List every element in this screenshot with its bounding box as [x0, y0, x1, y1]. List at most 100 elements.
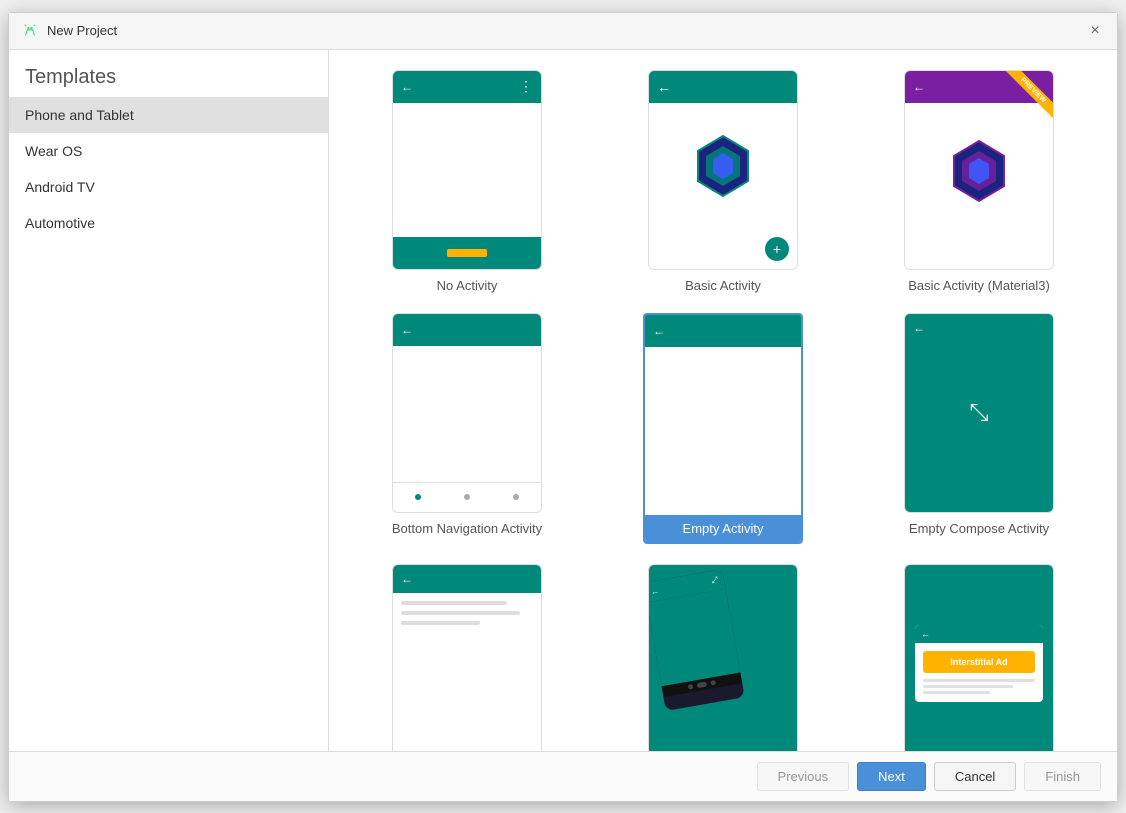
template-preview-basic-material3: ←	[904, 70, 1054, 270]
template-empty-compose[interactable]: ← ⤡ Empty Compose Activity	[861, 313, 1097, 544]
dialog-footer: Previous Next Cancel Finish	[9, 751, 1117, 801]
back-icon: ←	[650, 585, 659, 595]
bottom-nav-toolbar: ←	[393, 314, 541, 346]
next-button[interactable]: Next	[857, 762, 926, 791]
nav-dot-2	[464, 494, 470, 500]
phone-dot-1	[688, 683, 694, 689]
compose-body: ⤡	[942, 363, 1016, 462]
android-hex-icon	[693, 131, 753, 201]
fullscreen-mockup: ← ⤢	[649, 565, 797, 751]
cancel-button[interactable]: Cancel	[934, 762, 1016, 791]
phone-bottom	[393, 237, 541, 269]
compose-material-toolbar: ←	[393, 565, 541, 593]
admob-line-3	[923, 691, 990, 694]
fab-button: +	[765, 237, 789, 261]
preview-banner-text: PREVIEW	[1001, 71, 1053, 123]
line3	[401, 621, 480, 625]
back-arrow-icon: ←	[401, 572, 413, 586]
template-preview-empty-activity: ←	[645, 315, 801, 515]
template-preview-fullscreen: ← ⤢	[648, 564, 798, 751]
android-hex-icon-m3	[949, 136, 1009, 206]
bottom-nav-bar	[393, 482, 541, 512]
template-google-admob[interactable]: ← Interstitial Ad Google	[861, 564, 1097, 751]
finish-button[interactable]: Finish	[1024, 762, 1101, 791]
admob-line-2	[923, 685, 1013, 688]
template-preview-empty-compose: ← ⤡	[904, 313, 1054, 513]
template-preview-empty-compose-material: ←	[392, 564, 542, 751]
template-label-empty-compose: Empty Compose Activity	[905, 521, 1053, 536]
back-arrow-icon: ←	[401, 80, 413, 94]
sidebar-item-automotive[interactable]: Automotive	[9, 205, 328, 241]
title-bar-left: New Project	[21, 22, 117, 40]
back-arrow-icon: ←	[913, 80, 925, 94]
sidebar-item-phone-tablet[interactable]: Phone and Tablet	[9, 97, 328, 133]
empty-mockup: ←	[645, 315, 801, 515]
back-arrow-icon: ←	[401, 323, 413, 337]
bottom-bar	[447, 249, 487, 257]
bottom-nav-body	[393, 346, 541, 482]
line2	[401, 611, 520, 615]
expand-icon: ⤢	[711, 575, 719, 586]
compose-mockup: ← ⤡	[905, 314, 1053, 512]
admob-content: Interstitial Ad	[915, 643, 1043, 702]
preview-banner: PREVIEW	[983, 71, 1053, 141]
basic-toolbar: ←	[649, 71, 797, 103]
compose-toolbar: ←	[905, 314, 1053, 342]
empty-body	[645, 347, 801, 515]
back-arrow-icon: ←	[657, 79, 671, 95]
template-label-no-activity: No Activity	[433, 278, 502, 293]
dialog-body: Templates Phone and Tablet Wear OS Andro…	[9, 50, 1117, 751]
admob-toolbar: ←	[915, 625, 1043, 643]
sidebar-item-wear-os[interactable]: Wear OS	[9, 133, 328, 169]
new-project-dialog: New Project × Templates Phone and Tablet…	[8, 12, 1118, 802]
interstitial-ad-banner: Interstitial Ad	[923, 651, 1035, 673]
templates-grid: ← ⋮ No Activity	[329, 50, 1117, 751]
template-preview-basic-activity: ←	[648, 70, 798, 270]
template-fullscreen[interactable]: ← ⤢ Full	[605, 564, 841, 751]
sidebar-item-android-tv[interactable]: Android TV	[9, 169, 328, 205]
fullscreen-phone-body	[649, 588, 740, 686]
template-bottom-nav[interactable]: ← Bottom Navigation Activity	[349, 313, 585, 544]
phone-mockup-no-activity: ← ⋮	[393, 71, 541, 269]
phone-dot-3	[710, 679, 716, 685]
title-bar: New Project ×	[9, 13, 1117, 50]
template-empty-activity[interactable]: ← Empty Activity	[605, 313, 841, 544]
nav-dot-3	[513, 494, 519, 500]
back-arrow-icon: ←	[921, 629, 930, 639]
empty-toolbar: ←	[645, 315, 801, 347]
template-label-empty-activity: Empty Activity	[645, 515, 801, 542]
template-selected-wrapper: ← Empty Activity	[643, 313, 803, 544]
template-label-basic-activity: Basic Activity	[681, 278, 765, 293]
template-basic-activity[interactable]: ←	[605, 70, 841, 293]
nav-dot-1	[415, 494, 421, 500]
dots-icon: ⋮	[519, 78, 533, 95]
template-no-activity[interactable]: ← ⋮ No Activity	[349, 70, 585, 293]
template-label-bottom-nav: Bottom Navigation Activity	[388, 521, 546, 536]
android-logo-icon	[21, 22, 39, 40]
basic-body	[649, 103, 797, 229]
material3-bottom	[905, 239, 1053, 269]
previous-button[interactable]: Previous	[757, 762, 850, 791]
admob-card: ← Interstitial Ad	[915, 625, 1043, 702]
basic-mockup: ←	[649, 71, 797, 269]
template-preview-bottom-nav: ←	[392, 313, 542, 513]
fab-area: +	[649, 229, 797, 269]
expand-icon: ⤡	[969, 399, 988, 427]
phone-body	[393, 103, 541, 237]
close-button[interactable]: ×	[1085, 21, 1105, 41]
phone-toolbar: ← ⋮	[393, 71, 541, 103]
back-arrow-icon: ←	[913, 321, 925, 335]
template-empty-compose-material[interactable]: ← Empty Compose Activity (Material...	[349, 564, 585, 751]
template-basic-material3[interactable]: ←	[861, 70, 1097, 293]
compose-material-body	[393, 593, 541, 751]
line1	[401, 601, 507, 605]
sidebar: Templates Phone and Tablet Wear OS Andro…	[9, 50, 329, 751]
back-arrow-icon: ←	[653, 324, 665, 338]
dialog-title: New Project	[47, 23, 117, 38]
template-preview-google-admob: ← Interstitial Ad	[904, 564, 1054, 751]
fullscreen-phone: ← ⤢	[649, 569, 745, 711]
template-label-basic-material3: Basic Activity (Material3)	[904, 278, 1054, 293]
template-preview-no-activity: ← ⋮	[392, 70, 542, 270]
main-content: ← ⋮ No Activity	[329, 50, 1117, 751]
admob-outer: ← Interstitial Ad	[905, 565, 1053, 751]
